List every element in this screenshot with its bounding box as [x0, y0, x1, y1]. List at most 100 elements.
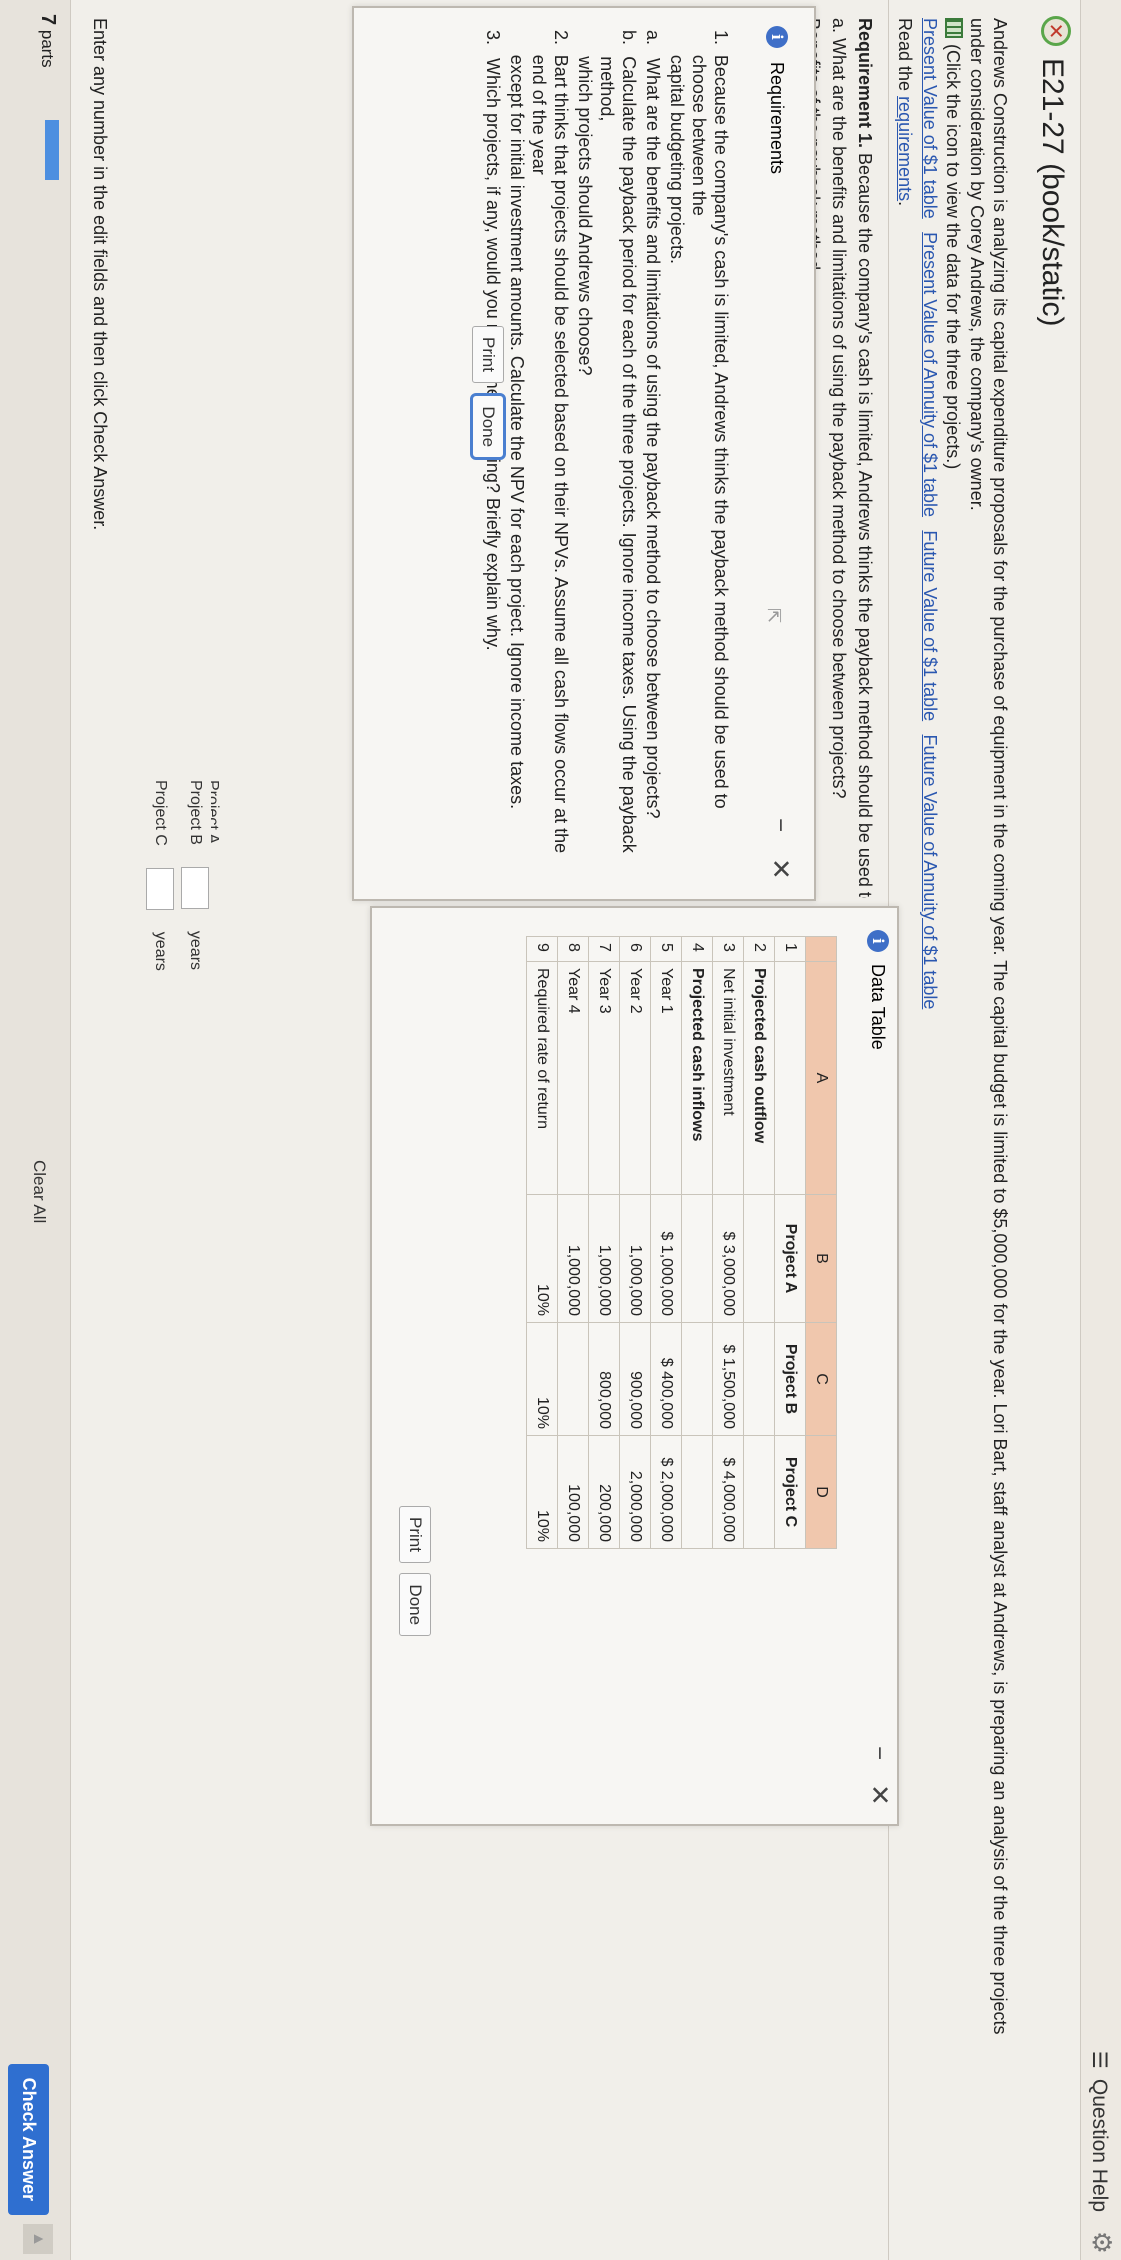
requirement-text: Because the company's cash is limited, A…	[855, 148, 875, 898]
data-table-cell: Project A	[774, 1194, 806, 1323]
page-title: E21-27 (book/static)	[1036, 58, 1069, 327]
data-table-cell: Year 1	[650, 961, 682, 1195]
data-table-cell	[557, 1322, 589, 1436]
minimize-button[interactable]: −	[865, 1746, 893, 1760]
column-header: D	[805, 1435, 837, 1549]
req-text: What are the benefits and limitations of…	[643, 58, 663, 819]
progress-bar	[45, 120, 59, 180]
data-table-cell: $ 1,500,000	[712, 1322, 744, 1436]
req-num: 3.	[483, 30, 503, 46]
req-num: 1.	[711, 30, 731, 46]
req-item: a. What are the benefits and limitations…	[642, 30, 664, 870]
read-prefix: Read the	[895, 18, 915, 97]
req-text: Calculate the payback period for each of…	[597, 56, 639, 853]
data-table-cell: 1,000,000	[557, 1194, 589, 1323]
done-button[interactable]: Done	[470, 393, 506, 461]
payback-row: Project B years	[181, 780, 209, 970]
read-suffix: .	[895, 201, 915, 207]
data-table-row: 7 Year 3 1,000,000 800,000 200,000	[588, 936, 620, 1549]
print-button[interactable]: Print	[472, 326, 504, 383]
payback-header-row: Project A years	[211, 780, 221, 920]
data-table-cell: $ 1,000,000	[650, 1194, 682, 1323]
parts-count: 7	[37, 14, 59, 26]
data-table-cell: Net initial investment	[712, 961, 744, 1195]
table-links: Present Value of $1 table Present Value …	[919, 18, 940, 1009]
requirements-title-text: Requirements	[767, 62, 788, 175]
requirements-title: i Requirements	[766, 26, 788, 174]
data-table-cell: Projected cash outflow	[743, 961, 775, 1195]
requirement-1: Requirement 1. Because the company's cas…	[854, 18, 876, 898]
data-table-cell: $ 3,000,000	[712, 1194, 744, 1323]
question-help-button[interactable]: ☰ Question Help	[1087, 2051, 1112, 2212]
column-header: A	[805, 961, 837, 1195]
data-table-row: 1 Project A Project B Project C	[774, 936, 806, 1549]
question-a: a. What are the benefits and limitations…	[829, 18, 849, 799]
data-table-cell: 8	[557, 936, 589, 962]
check-answer-button[interactable]: Check Answer	[8, 2063, 49, 2215]
data-table-cell: $ 4,000,000	[712, 1435, 744, 1549]
clear-all-button[interactable]: Clear All	[29, 1160, 49, 1223]
payback-row-unit: years	[187, 930, 204, 971]
parts-indicator: 7 parts	[36, 14, 59, 68]
data-table-cell: 800,000	[588, 1322, 620, 1436]
data-table-cell: 3	[712, 936, 744, 962]
print-button[interactable]: Print	[399, 1506, 431, 1563]
close-button[interactable]: ✕	[864, 1784, 895, 1806]
data-table-buttons: Print Done	[399, 1506, 431, 1637]
data-table-title: i Data Table	[867, 930, 889, 1050]
payback-input-c[interactable]	[146, 867, 174, 910]
data-table-cell: 4	[681, 936, 713, 962]
requirements-buttons: Print Done	[470, 326, 506, 461]
link-fv-annuity-table[interactable]: Future Value of Annuity of $1 table	[920, 735, 940, 1010]
requirements-link[interactable]: requirements	[895, 96, 915, 201]
data-table-cell: $ 400,000	[650, 1322, 682, 1436]
req-text-cont: except for initial investment amounts. C…	[507, 54, 527, 810]
data-table-cell	[681, 1435, 713, 1549]
data-table-cell: 10%	[526, 1194, 558, 1323]
data-table-cell: 10%	[526, 1435, 558, 1549]
data-table-icon[interactable]	[945, 18, 963, 38]
data-table-cell: 100,000	[557, 1435, 589, 1549]
data-table-cell	[743, 1322, 775, 1436]
data-table-cell	[681, 1322, 713, 1436]
data-table-cell: 200,000	[588, 1435, 620, 1549]
data-table-cell: 1,000,000	[619, 1194, 651, 1323]
req-num: 2.	[551, 30, 571, 46]
data-table-cell: Year 4	[557, 961, 589, 1195]
incorrect-status-icon: ✕	[1041, 16, 1071, 46]
link-pv-annuity-table[interactable]: Present Value of Annuity of $1 table	[920, 232, 940, 517]
data-table-cell: 2,000,000	[619, 1435, 651, 1549]
data-table-cell: Project C	[774, 1435, 806, 1549]
data-hint-text: (Click the icon to view the data for the…	[943, 44, 963, 470]
data-table-cell: Required rate of return	[526, 961, 558, 1195]
data-table-cell: 1,000,000	[588, 1194, 620, 1323]
footer-bar	[0, 0, 71, 2260]
data-table-row: 2 Projected cash outflow	[743, 936, 775, 1549]
gear-icon[interactable]: ⚙	[1086, 2231, 1117, 2254]
req-text: Bart thinks that projects should be sele…	[529, 54, 571, 854]
close-button[interactable]: ✕	[765, 858, 796, 880]
data-table-row: 6 Year 2 1,000,000 900,000 2,000,000	[619, 936, 651, 1549]
minimize-button[interactable]: −	[766, 818, 794, 832]
link-pv-table[interactable]: Present Value of $1 table	[920, 18, 940, 219]
req-text-cont: capital budgeting projects.	[667, 54, 687, 264]
instruction-text: Enter any number in the edit fields and …	[90, 18, 110, 531]
data-table-cell: 10%	[526, 1322, 558, 1436]
read-requirements: Read the requirements.	[894, 18, 916, 206]
data-table-cell: Projected cash inflows	[681, 961, 713, 1195]
data-table-cell: 2	[743, 936, 775, 962]
req-item: 2. Bart thinks that projects should be s…	[506, 30, 572, 870]
problem-intro-line1: Andrews Construction is analyzing its ca…	[990, 18, 1010, 2035]
scroll-arrow-icon[interactable]: ▲	[23, 2224, 53, 2254]
link-fv-table[interactable]: Future Value of $1 table	[920, 530, 940, 721]
payback-input-b[interactable]	[181, 866, 209, 909]
done-button[interactable]: Done	[399, 1573, 431, 1637]
data-table-row: 3 Net initial investment $ 3,000,000 $ 1,50…	[712, 936, 744, 1549]
requirements-dialog: i Requirements − ✕ ⇱ 1. Because the comp…	[352, 6, 816, 901]
cursor-icon: ⇱	[764, 608, 784, 624]
data-table-row: 5 Year 1 $ 1,000,000 $ 400,000 $ 2,000,000	[650, 936, 682, 1549]
data-table: A B C D 1 Project A Project B Project C 2 Pro…	[526, 936, 837, 1549]
req-num: a.	[643, 30, 663, 46]
payback-header-col: Project A	[211, 780, 221, 843]
data-hint: (Click the icon to view the data for the…	[942, 18, 964, 469]
